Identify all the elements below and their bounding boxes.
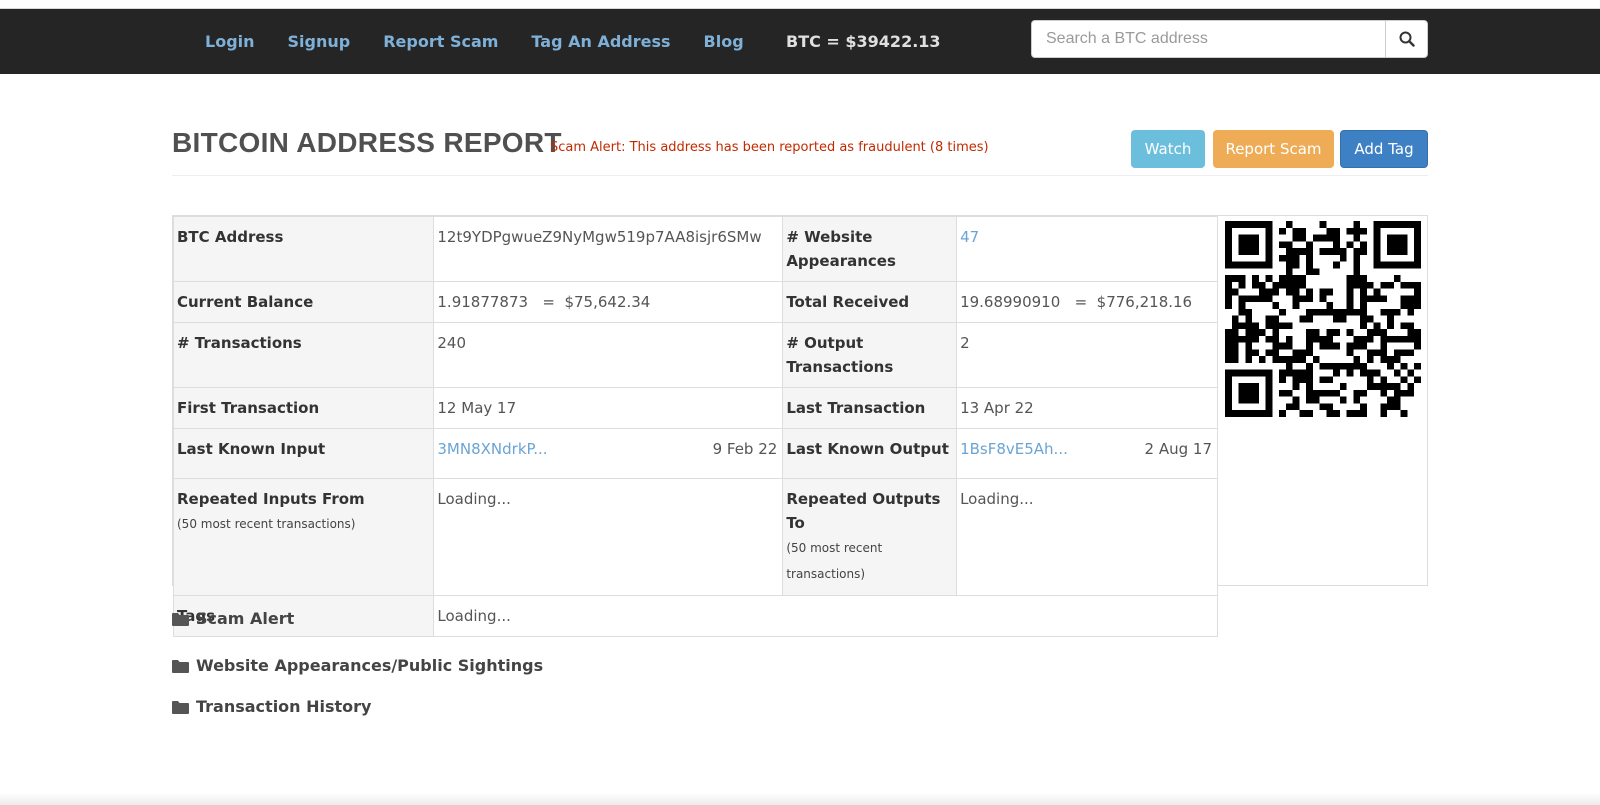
repeated-outputs-sublabel: (50 most recent transactions)	[786, 541, 883, 581]
report-scam-button[interactable]: Report Scam	[1213, 130, 1334, 168]
repeated-inputs-value: Loading...	[433, 478, 784, 596]
section-title: Scam Alert	[196, 609, 295, 628]
current-balance-value: 1.91877873 = $75,642.34	[433, 281, 784, 323]
total-received-label: Total Received	[782, 281, 958, 323]
tags-value: Loading...	[433, 595, 1218, 637]
navbar: Login Signup Report Scam Tag An Address …	[0, 9, 1600, 74]
first-transaction-value: 12 May 17	[433, 387, 784, 429]
section-title: Website Appearances/Public Sightings	[196, 656, 544, 675]
repeated-inputs-cell: Repeated Inputs From (50 most recent tra…	[172, 478, 435, 596]
page-title: BITCOIN ADDRESS REPORT	[172, 127, 562, 158]
last-known-output: 1BsF8vE5Ah... 2 Aug 17	[960, 437, 1214, 461]
table-row: Current Balance 1.91877873 = $75,642.34 …	[172, 281, 1218, 323]
repeated-outputs-value: Loading...	[956, 478, 1218, 596]
total-received-value: 19.68990910 = $776,218.16	[956, 281, 1218, 323]
last-known-input-label: Last Known Input	[172, 428, 435, 479]
search-input[interactable]	[1031, 20, 1385, 58]
table-row: # Transactions 240 # Output Transactions…	[172, 322, 1218, 388]
website-appearances-label: # Website Appearances	[782, 216, 958, 282]
repeated-outputs-cell: Repeated Outputs To (50 most recent tran…	[782, 478, 958, 596]
last-known-output-label: Last Known Output	[782, 428, 958, 479]
btc-address-value: 12t9YDPgwueZ9NyMgw519p7AA8isjr6SMw	[433, 216, 784, 282]
website-appearances-link[interactable]: 47	[960, 228, 979, 246]
last-transaction-label: Last Transaction	[782, 387, 958, 429]
search-form	[1031, 20, 1428, 58]
section-title: Transaction History	[196, 697, 372, 716]
last-known-output-link[interactable]: 1BsF8vE5Ah...	[960, 437, 1068, 461]
address-report: BTC Address 12t9YDPgwueZ9NyMgw519p7AA8is…	[172, 215, 1428, 637]
search-icon	[1399, 31, 1415, 47]
nav-login-link[interactable]: Login	[205, 32, 255, 51]
transactions-value: 240	[433, 322, 784, 388]
btc-price: BTC = $39422.13	[786, 32, 941, 51]
watch-button[interactable]: Watch	[1131, 130, 1205, 168]
output-transactions-label: # Output Transactions	[782, 322, 958, 388]
repeated-outputs-label: Repeated Outputs To	[786, 490, 941, 532]
table-row: Last Known Input 3MN8XNdrkP... 9 Feb 22 …	[172, 428, 1218, 479]
window-bottom-edge	[0, 793, 1600, 805]
website-appearances-section[interactable]: Website Appearances/Public Sightings	[172, 656, 543, 675]
qr-code	[1225, 221, 1421, 417]
last-known-input: 3MN8XNdrkP... 9 Feb 22	[437, 437, 779, 461]
transaction-history-section[interactable]: Transaction History	[172, 697, 371, 716]
table-row: BTC Address 12t9YDPgwueZ9NyMgw519p7AA8is…	[172, 216, 1218, 282]
nav-signup-link[interactable]: Signup	[288, 32, 351, 51]
nav-links: Login Signup Report Scam Tag An Address …	[205, 9, 777, 74]
scam-alert-text: Scam Alert: This address has been report…	[550, 140, 989, 155]
table-row: Tags Loading...	[172, 595, 1218, 637]
repeated-inputs-sublabel: (50 most recent transactions)	[177, 517, 356, 531]
search-button[interactable]	[1385, 20, 1428, 58]
last-known-output-date: 2 Aug 17	[1144, 440, 1212, 458]
repeated-inputs-label: Repeated Inputs From	[177, 490, 365, 508]
first-transaction-label: First Transaction	[172, 387, 435, 429]
btc-address-label: BTC Address	[172, 216, 435, 282]
nav-report-scam-link[interactable]: Report Scam	[383, 32, 498, 51]
last-known-input-link[interactable]: 3MN8XNdrkP...	[437, 437, 547, 461]
last-transaction-value: 13 Apr 22	[956, 387, 1218, 429]
folder-icon	[172, 612, 189, 626]
last-known-input-date: 9 Feb 22	[712, 440, 778, 458]
folder-icon	[172, 700, 189, 714]
nav-blog-link[interactable]: Blog	[704, 32, 744, 51]
output-transactions-value: 2	[956, 322, 1218, 388]
add-tag-button[interactable]: Add Tag	[1340, 130, 1428, 168]
browser-top-strip	[0, 0, 1600, 9]
folder-icon	[172, 659, 189, 673]
report-header: BITCOIN ADDRESS REPORT Scam Alert: This …	[172, 119, 1428, 176]
current-balance-label: Current Balance	[172, 281, 435, 323]
scam-alert-section[interactable]: Scam Alert	[172, 609, 294, 628]
table-row: First Transaction 12 May 17 Last Transac…	[172, 387, 1218, 429]
nav-tag-address-link[interactable]: Tag An Address	[531, 32, 670, 51]
table-row: Repeated Inputs From (50 most recent tra…	[172, 478, 1218, 596]
transactions-label: # Transactions	[172, 322, 435, 388]
report-table: BTC Address 12t9YDPgwueZ9NyMgw519p7AA8is…	[172, 216, 1218, 637]
